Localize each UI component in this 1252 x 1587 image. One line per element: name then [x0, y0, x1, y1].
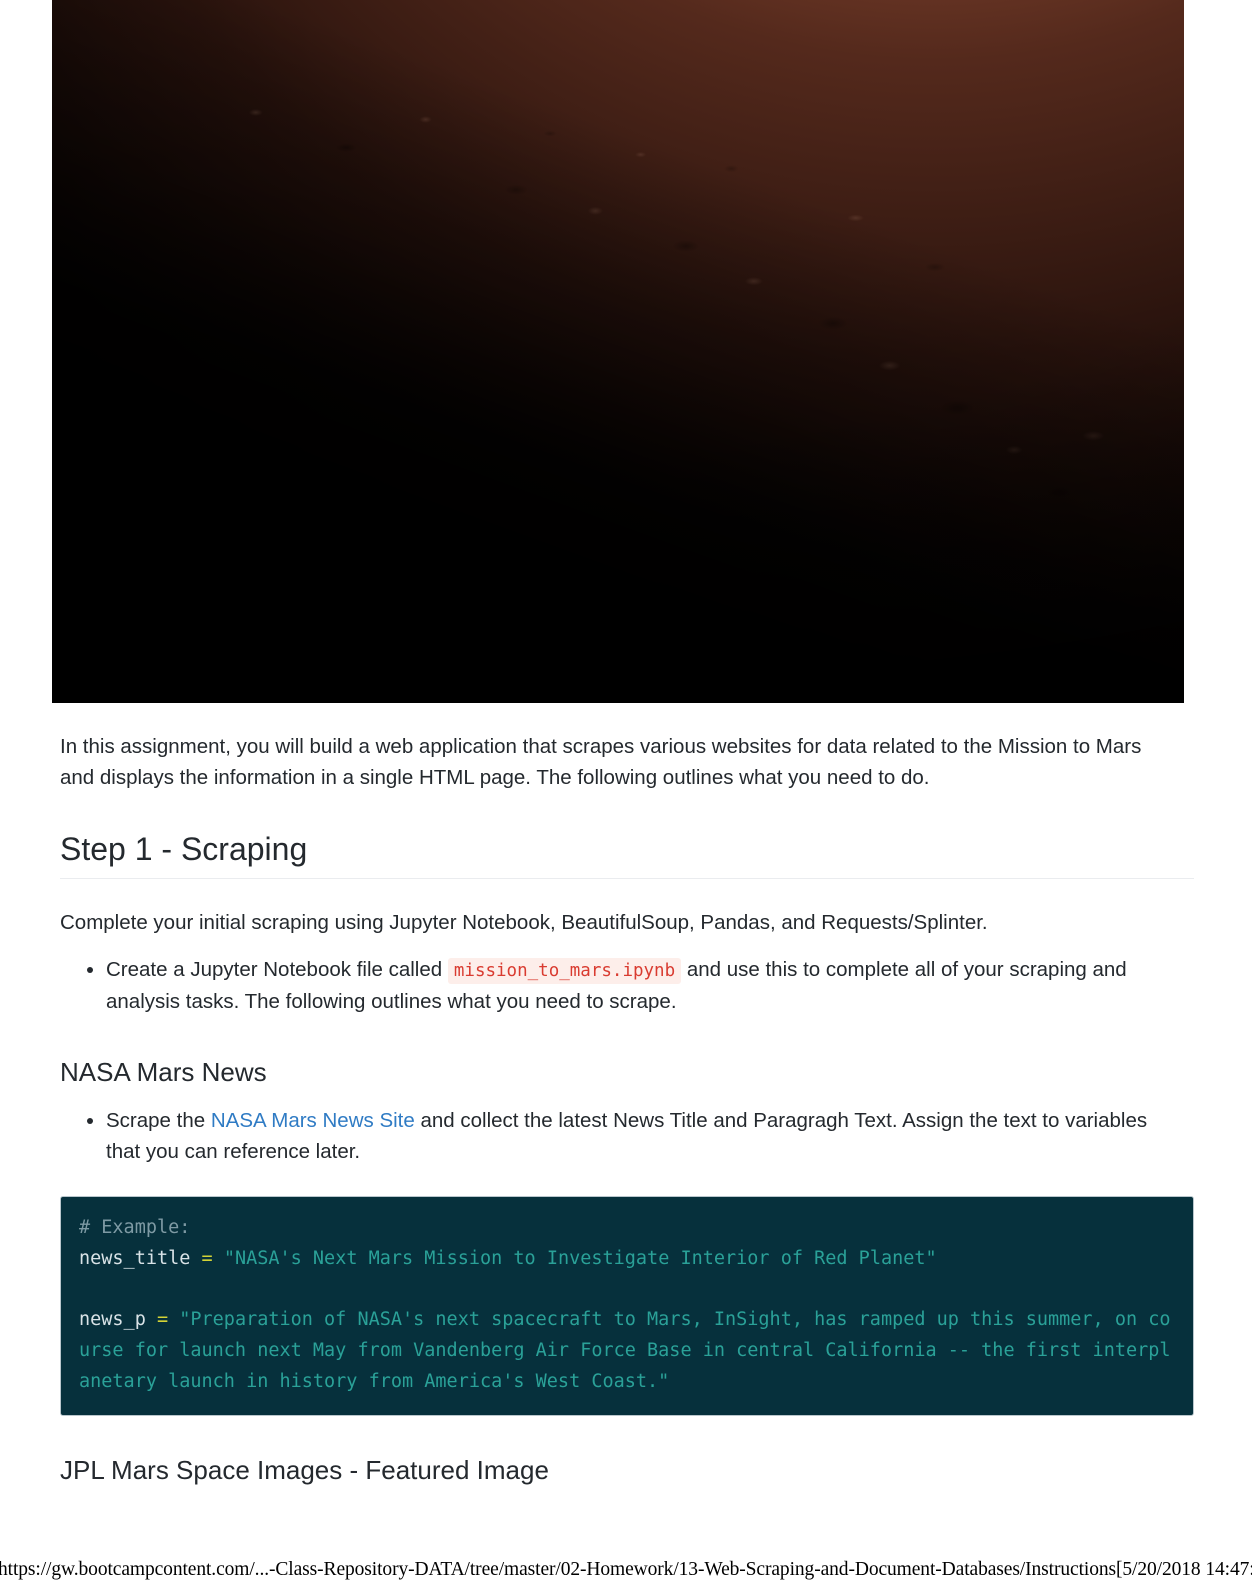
- status-bar-url: https://gw.bootcampcontent.com/...-Class…: [0, 1559, 1252, 1580]
- code-variable-news-p: news_p: [79, 1309, 146, 1331]
- inline-code-filename: mission_to_mars.ipynb: [447, 958, 682, 985]
- list-item: Scrape the NASA Mars News Site and colle…: [106, 1105, 1166, 1169]
- list-item: Create a Jupyter Notebook file called mi…: [106, 954, 1166, 1018]
- nasa-news-bullet-list: Scrape the NASA Mars News Site and colle…: [60, 1105, 1194, 1169]
- code-string-news-title: "NASA's Next Mars Mission to Investigate…: [223, 1247, 937, 1269]
- bullet-text-before-link: Scrape the: [106, 1108, 206, 1132]
- step1-bullet-list: Create a Jupyter Notebook file called mi…: [60, 954, 1194, 1018]
- browser-status-bar: https://gw.bootcampcontent.com/...-Class…: [0, 1553, 1252, 1587]
- step1-paragraph: Complete your initial scraping using Jup…: [60, 911, 988, 935]
- code-comment: # Example:: [79, 1217, 191, 1239]
- section-heading-nasa-mars-news: NASA Mars News: [60, 1057, 267, 1087]
- code-variable-news-title: news_title: [79, 1247, 191, 1269]
- code-string-news-p: "Preparation of NASA's next spacecraft t…: [79, 1309, 1171, 1392]
- code-operator: =: [156, 1309, 169, 1331]
- mars-vignette: [52, 0, 1184, 703]
- document-content: In this assignment, you will build a web…: [60, 703, 1194, 1487]
- code-operator: =: [201, 1247, 213, 1269]
- bullet-text-before-code: Create a Jupyter Notebook file called: [106, 958, 443, 982]
- page-title-step-1: Step 1 - Scraping: [60, 829, 1194, 880]
- nasa-mars-news-site-link[interactable]: NASA Mars News Site: [211, 1109, 415, 1132]
- intro-paragraph: In this assignment, you will build a web…: [60, 735, 1142, 790]
- code-block-news-example: # Example: news_title = "NASA's Next Mar…: [60, 1196, 1194, 1417]
- mars-hero-image: [52, 0, 1184, 703]
- section-heading-jpl-featured-image: JPL Mars Space Images - Featured Image: [60, 1455, 549, 1486]
